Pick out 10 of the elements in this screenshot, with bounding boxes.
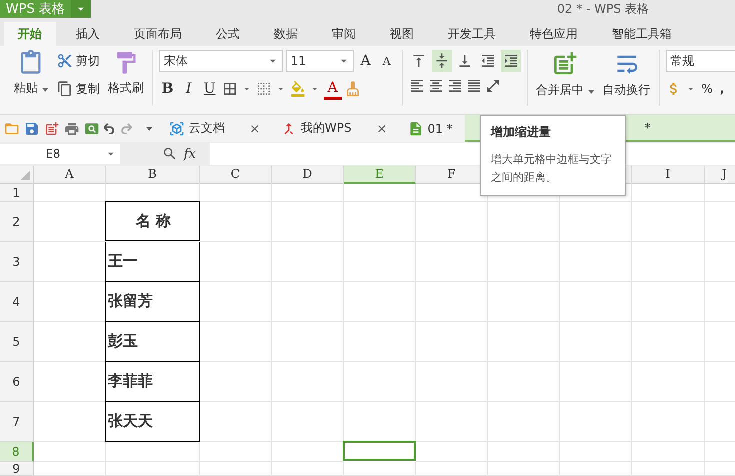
name-cell: 张天天 [105,402,200,442]
fx-label: fx [184,146,196,162]
window-title: 02 * - WPS 表格 [557,0,649,18]
name-cell: 李菲菲 [105,362,200,402]
name-cell: 王一 [105,242,200,282]
tooltip-text: 增大单元格中边框与文字之间的距离。 [491,152,613,186]
header-cell: 名 称 [105,201,200,241]
name-cell: 彭玉 [105,322,200,362]
name-cell: 张留芳 [105,282,200,322]
tooltip-title: 增加缩进量 [491,124,552,141]
